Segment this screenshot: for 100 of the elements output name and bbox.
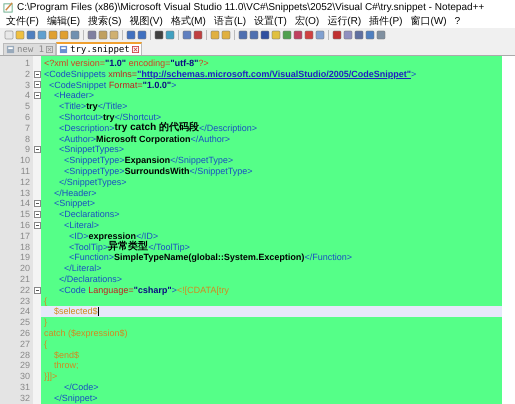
line-number: 10 — [18, 155, 31, 166]
fold-toggle-icon[interactable] — [34, 81, 40, 88]
line-number: 28 — [18, 350, 31, 360]
xml-tag: </SnippetTypes> — [44, 176, 127, 188]
line-number: 24 — [18, 306, 31, 318]
line-number: 14 — [18, 198, 31, 210]
xml-tag: </Shortcut> — [114, 112, 162, 123]
fold-toggle-icon[interactable] — [34, 222, 40, 229]
namespace-link[interactable]: "http://schemas.microsoft.com/VisualStudio/2005/CodeSnippet" — [137, 68, 411, 80]
element-text: Expansion — [124, 155, 170, 166]
xml-tag: <SnippetTypes> — [44, 144, 124, 156]
xml-tag: <Header> — [44, 90, 94, 102]
line-number: 15 — [18, 209, 31, 220]
xml-tag: <Code — [44, 284, 88, 296]
xml-tag: <Description> — [44, 122, 115, 134]
file-icon — [6, 45, 15, 54]
cdata-text: { — [44, 338, 48, 350]
line-number: 7 — [24, 122, 31, 134]
xml-tag: </ID> — [136, 230, 158, 242]
menu-item[interactable]: 设置(T) — [254, 14, 287, 28]
menu-item[interactable]: 视图(V) — [129, 14, 163, 28]
menu-item[interactable]: 格式(M) — [170, 14, 206, 28]
fold-toggle-icon[interactable] — [34, 70, 40, 78]
line-number: 8 — [24, 134, 31, 144]
cdata-text: $end$ — [53, 350, 80, 360]
file-tab[interactable]: try.snippet — [56, 42, 142, 55]
menu-item[interactable]: 语言(L) — [214, 14, 246, 28]
line-number: 27 — [18, 338, 31, 350]
xml-tag: <Literal> — [44, 220, 100, 231]
element-text: expression — [88, 230, 136, 241]
xml-tag: > — [172, 284, 177, 296]
attribute-name: Format= — [108, 80, 143, 90]
code-editor[interactable] — [0, 56, 515, 404]
line-number: 11 — [20, 166, 31, 177]
line-number: 13 — [18, 188, 31, 198]
attribute-value: "utf-8" — [170, 58, 198, 69]
xml-tag: <Shortcut> — [44, 112, 104, 123]
cdata-text: <![CDATA[try — [176, 284, 229, 296]
element-text: try catch 的代码段 — [114, 122, 200, 134]
line-number: 26 — [18, 328, 31, 339]
cdata-text: { — [44, 296, 48, 306]
text-cursor — [98, 307, 99, 316]
attribute-value: "1.0.0" — [142, 80, 172, 90]
xml-declaration: encoding= — [128, 58, 170, 69]
xml-tag: </Literal> — [44, 263, 102, 274]
menu-item[interactable]: 插件(P) — [369, 14, 403, 28]
cdata-text: throw; — [53, 360, 79, 372]
xml-tag: </Snippet> — [44, 392, 98, 404]
xml-tag: </Description> — [199, 122, 258, 134]
xml-tag: <CodeSnippets — [44, 68, 108, 80]
menu-item[interactable]: 搜索(S) — [88, 14, 122, 28]
xml-tag: <CodeSnippet — [44, 80, 109, 90]
line-number: 4 — [24, 90, 31, 102]
attribute-value: "1.0" — [105, 58, 126, 69]
xml-tag: </Title> — [98, 101, 128, 112]
fold-toggle-icon[interactable] — [34, 286, 40, 294]
window-title: C:\Program Files (x86)\Microsoft Visual Studio 11.0\VC#\Snippets\2052\Visual C#\try.snippet - Notepad++ — [17, 2, 484, 12]
element-text: SimpleTypeName(global::System.Exception) — [114, 252, 304, 264]
xml-tag: </Declarations> — [44, 274, 122, 285]
menu-item[interactable]: 窗口(W) — [410, 14, 447, 28]
xml-tag: <Title> — [44, 101, 86, 112]
line-number: 17 — [18, 230, 31, 242]
fold-toggle-icon[interactable] — [34, 92, 40, 100]
cdata-text: }]]> — [44, 371, 58, 382]
menu-item[interactable]: 文件(F) — [6, 14, 39, 28]
cdata-text: $selected$ — [53, 306, 98, 318]
xml-tag: <Function> — [44, 252, 114, 264]
fold-toggle-icon[interactable] — [34, 211, 40, 218]
xml-tag: <Declarations> — [44, 209, 120, 220]
element-text: 异常类型 — [108, 242, 148, 252]
cdata-text: } — [44, 317, 48, 328]
close-icon[interactable] — [132, 46, 139, 53]
fold-toggle-icon[interactable] — [34, 200, 40, 208]
element-text: try — [86, 101, 98, 112]
line-number: 32 — [18, 392, 31, 404]
line-number: 29 — [18, 360, 31, 372]
menu-item[interactable]: ? — [454, 16, 460, 26]
menu-item[interactable]: 运行(R) — [327, 14, 362, 28]
line-number: 22 — [18, 284, 31, 296]
line-number: 16 — [18, 220, 31, 231]
menu-item[interactable]: 编辑(E) — [46, 14, 80, 28]
line-number: 2 — [24, 68, 31, 80]
line-number: 19 — [18, 252, 31, 264]
fold-toggle-icon[interactable] — [34, 146, 40, 154]
line-number: 1 — [24, 58, 31, 69]
xml-tag: </Code> — [44, 382, 99, 393]
xml-tag: <SnippetType> — [44, 166, 125, 177]
line-number: 30 — [18, 371, 31, 382]
menu-item[interactable]: 宏(O) — [294, 14, 320, 28]
line-number: 3 — [24, 80, 31, 90]
line-number: 25 — [18, 317, 31, 328]
element-text: SurroundsWith — [124, 166, 190, 177]
line-number: 6 — [24, 112, 31, 123]
cdata-text: catch ($expression$) — [44, 328, 128, 339]
xml-tag: </Function> — [304, 252, 352, 264]
file-icon — [59, 45, 68, 54]
xml-tag: > — [171, 80, 176, 90]
xml-tag: <Snippet> — [44, 198, 96, 210]
line-number: 20 — [18, 263, 31, 274]
xml-tag: </Author> — [190, 134, 230, 144]
